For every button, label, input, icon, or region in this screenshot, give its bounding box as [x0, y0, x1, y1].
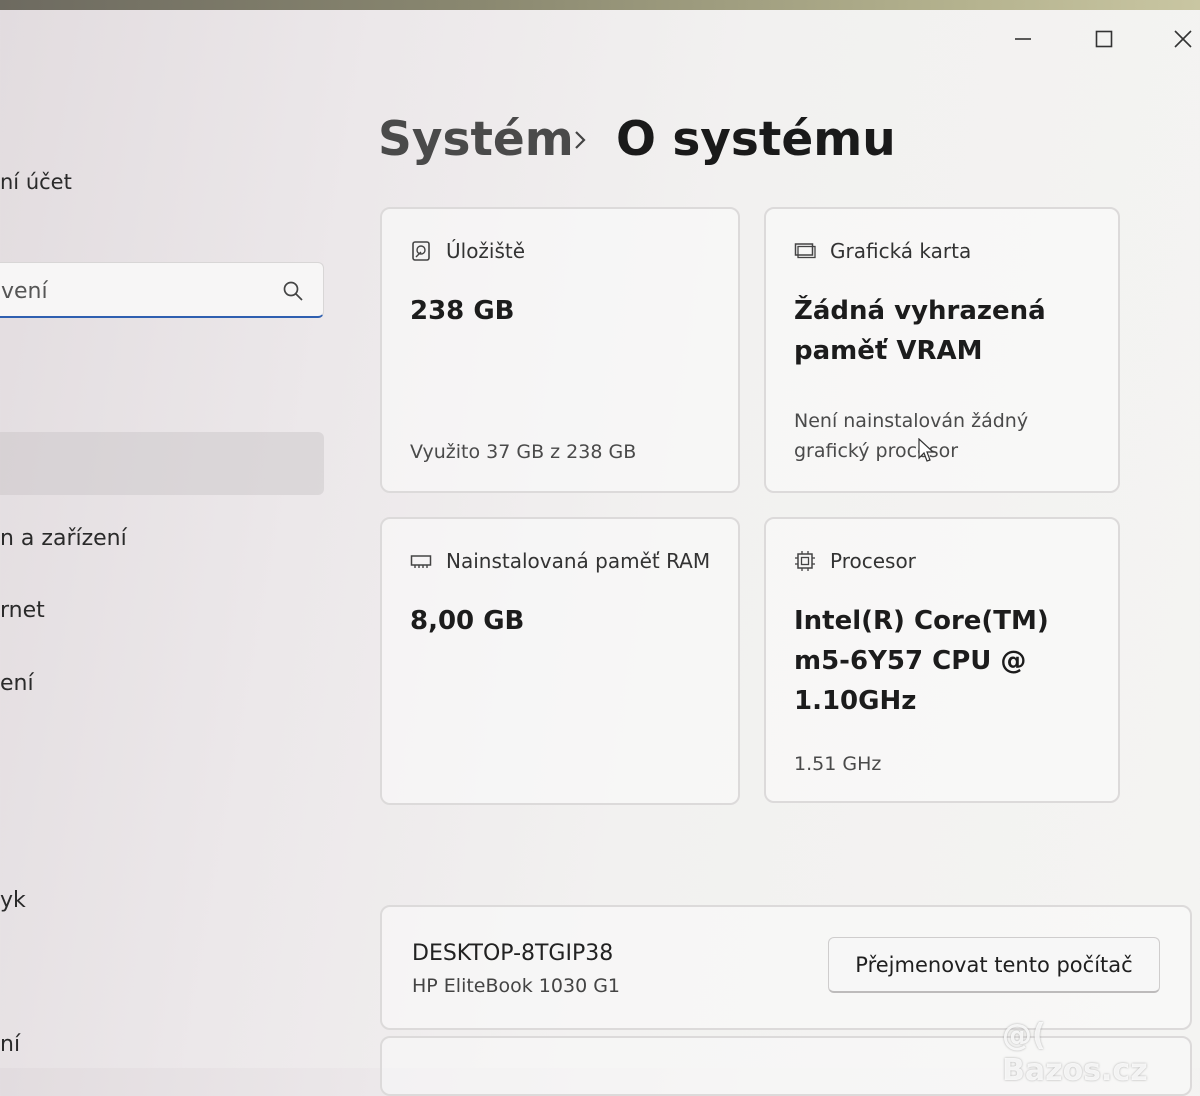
cpu-title: Procesor — [830, 549, 916, 573]
window-top-edge — [0, 0, 1200, 10]
gpu-value: Žádná vyhrazená paměť VRAM — [794, 296, 1046, 366]
memory-icon — [410, 555, 432, 568]
maximize-icon — [1095, 30, 1113, 48]
storage-usage: Využito 37 GB z 238 GB — [410, 441, 637, 463]
mouse-pointer-icon — [918, 438, 934, 462]
graphics-card-card: Grafická karta Žádná vyhrazená paměť VRA… — [764, 207, 1120, 493]
sidebar-item-personalization[interactable]: ení — [0, 671, 34, 696]
sidebar-item-partial[interactable]: ní — [0, 1032, 20, 1057]
ram-value: 8,00 GB — [410, 606, 525, 636]
search-icon — [283, 281, 303, 301]
sidebar-item-network-internet[interactable]: rnet — [0, 598, 45, 623]
breadcrumb-parent[interactable]: Systém — [378, 112, 574, 167]
cpu-value: Intel(R) Core(TM) m5-6Y57 CPU @ 1.10GHz — [794, 606, 1049, 716]
ram-card: Nainstalovaná paměť RAM 8,00 GB — [380, 517, 740, 805]
storage-card: Úložiště 238 GB Využito 37 GB z 238 GB — [380, 207, 740, 493]
monitor-icon — [794, 243, 816, 259]
chevron-right-icon — [575, 131, 586, 149]
storage-title: Úložiště — [446, 239, 526, 263]
hard-drive-icon — [412, 241, 430, 261]
minimize-button[interactable] — [1000, 22, 1046, 56]
gpu-sub: Není nainstalován žádný grafický proceso… — [794, 410, 1029, 462]
sidebar-item-bluetooth-devices[interactable]: n a zařízení — [0, 526, 127, 551]
settings-search-box[interactable]: vení — [0, 262, 324, 318]
storage-value: 238 GB — [410, 296, 515, 326]
search-input[interactable]: vení — [1, 279, 48, 304]
maximize-button[interactable] — [1081, 22, 1127, 56]
device-model: HP EliteBook 1030 G1 — [412, 975, 621, 997]
minimize-icon — [1015, 38, 1031, 40]
close-icon — [1174, 30, 1192, 48]
account-label[interactable]: ní účet — [0, 170, 72, 194]
watermark: @( Bazos.cz — [1002, 1018, 1148, 1088]
sidebar-item-language[interactable]: yk — [0, 888, 26, 913]
close-button[interactable] — [1160, 22, 1200, 56]
ram-title: Nainstalovaná paměť RAM — [446, 549, 711, 573]
sidebar-item-system-selected[interactable] — [0, 432, 324, 495]
device-name-panel: DESKTOP-8TGIP38 HP EliteBook 1030 G1 Pře… — [380, 905, 1192, 1030]
processor-card: Procesor Intel(R) Core(TM) m5-6Y57 CPU @… — [764, 517, 1120, 803]
rename-pc-button[interactable]: Přejmenovat tento počítač — [828, 937, 1160, 993]
cpu-icon — [795, 551, 815, 571]
page-title: O systému — [616, 112, 896, 167]
cpu-speed: 1.51 GHz — [794, 753, 882, 775]
device-name: DESKTOP-8TGIP38 — [412, 941, 614, 966]
gpu-title: Grafická karta — [830, 239, 972, 263]
